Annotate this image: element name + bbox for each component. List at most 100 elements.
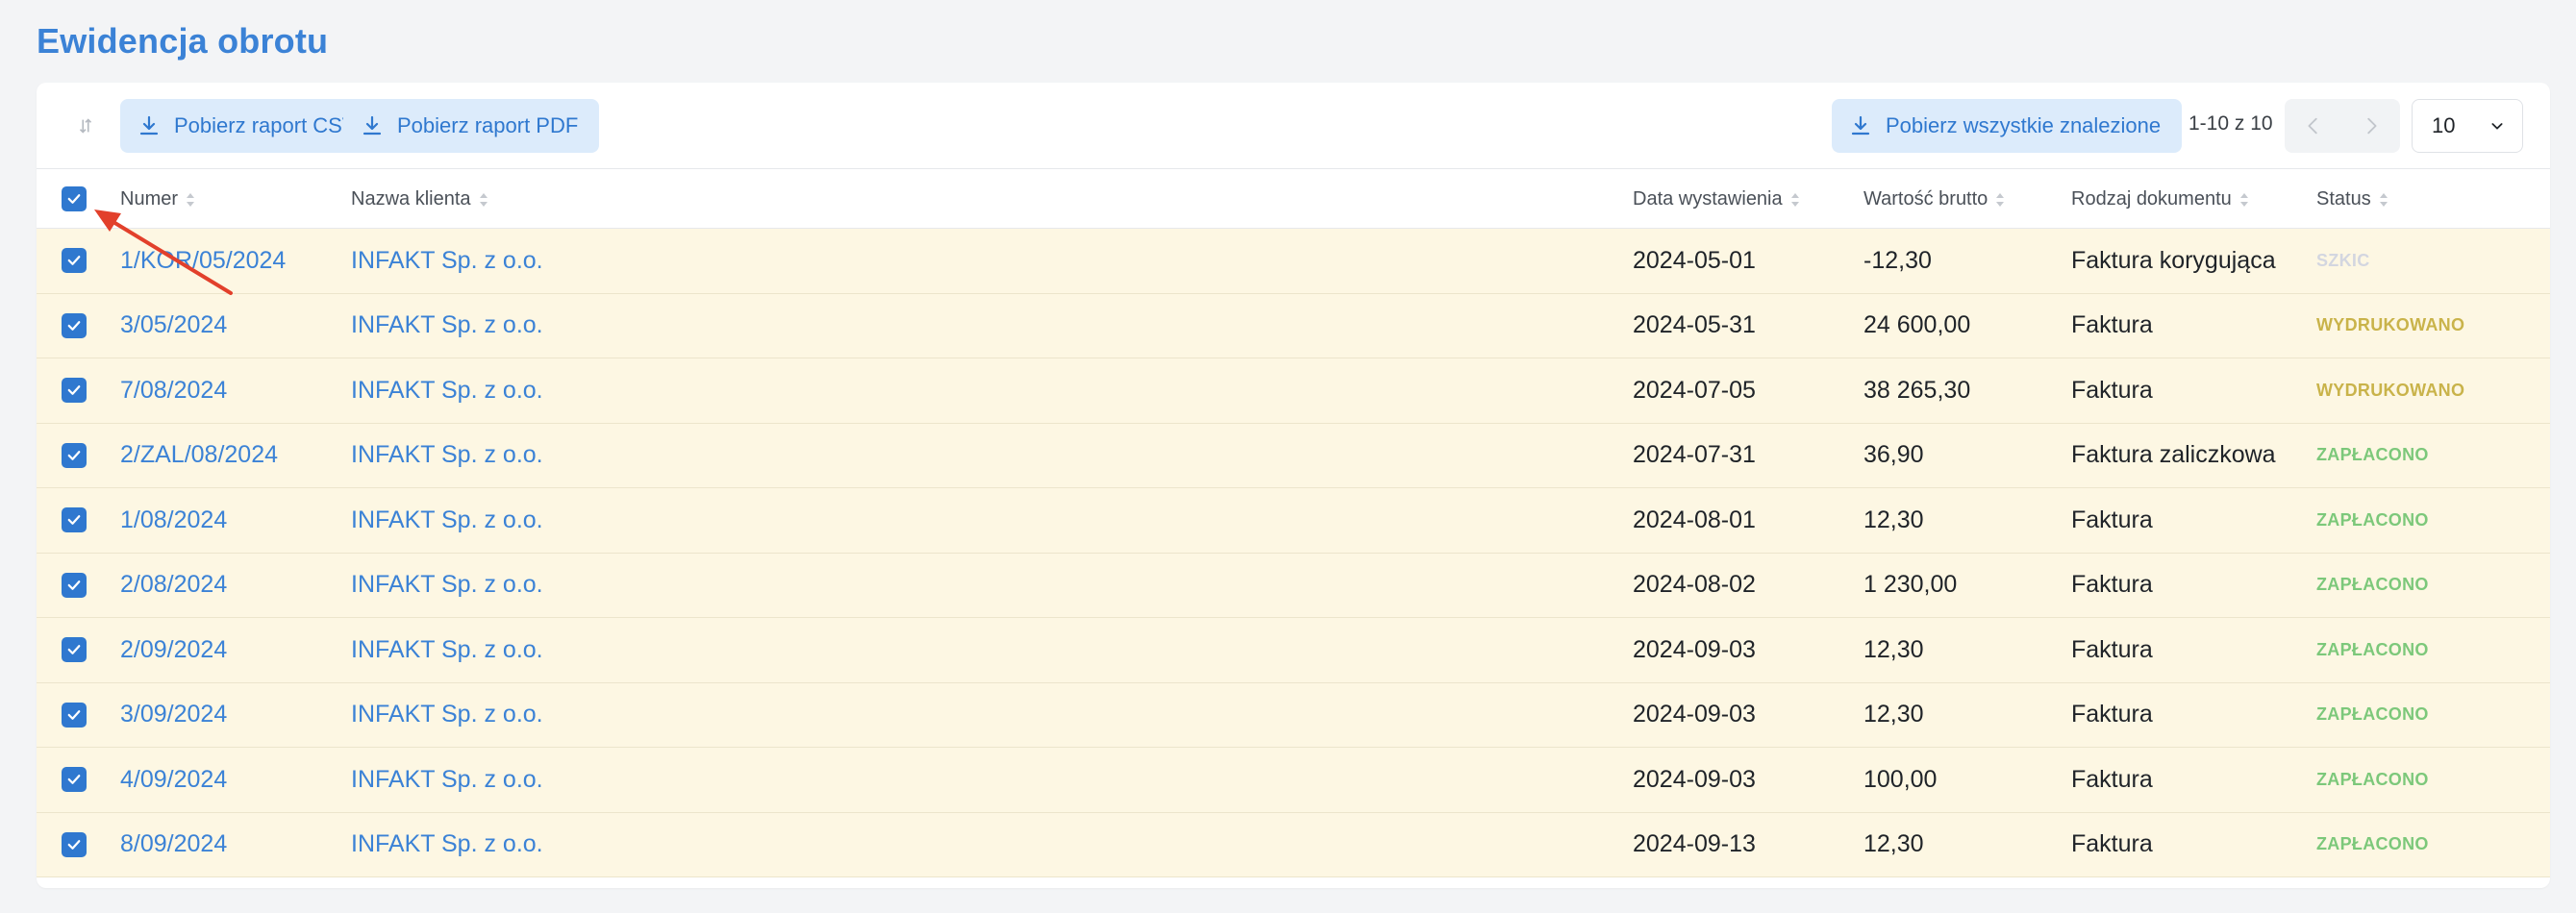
select-all-checkbox[interactable] [62,186,87,211]
status-badge: ZAPŁACONO [2316,704,2429,725]
sort-toggle-icon[interactable] [67,108,104,144]
table-row[interactable]: 2/09/2024 INFAKT Sp. z o.o. 2024-09-03 1… [37,618,2550,683]
status-badge: SZKIC [2316,250,2370,270]
table-row[interactable]: 2/ZAL/08/2024 INFAKT Sp. z o.o. 2024-07-… [37,423,2550,488]
document-type: Faktura [2071,635,2153,663]
column-header-label: Nazwa klienta [351,188,471,210]
gross-value: 12,30 [1863,506,1924,533]
download-icon [139,115,159,136]
table-row[interactable]: 7/08/2024 INFAKT Sp. z o.o. 2024-07-05 3… [37,358,2550,424]
issue-date: 2024-07-05 [1633,376,1756,404]
checkmark-icon [67,256,81,266]
checkmark-icon [67,385,81,396]
invoice-number-link[interactable]: 2/08/2024 [120,554,227,618]
gross-value: 100,00 [1863,765,1938,793]
download-icon [363,115,382,136]
row-checkbox[interactable] [62,312,87,338]
document-type: Faktura zaliczkowa [2071,441,2276,469]
status-badge: WYDRUKOWANO [2316,315,2465,335]
client-name-link[interactable]: INFAKT Sp. z o.o. [351,424,543,488]
sort-icon [187,192,195,207]
row-checkbox[interactable] [62,572,87,598]
table-header: Numer Nazwa klienta Data wystawienia War… [37,169,2550,229]
column-header-number[interactable]: Numer [120,188,195,210]
download-all-found-button[interactable]: Pobierz wszystkie znalezione [1832,99,2183,153]
gross-value: 12,30 [1863,635,1924,663]
document-type: Faktura [2071,701,2153,728]
column-header-status[interactable]: Status [2316,188,2388,210]
download-csv-button[interactable]: Pobierz raport CSV [120,99,378,153]
table-row[interactable]: 4/09/2024 INFAKT Sp. z o.o. 2024-09-03 1… [37,748,2550,813]
document-type: Faktura korygująca [2071,246,2276,274]
column-header-label: Status [2316,188,2371,210]
checkmark-icon [67,580,81,590]
checkmark-icon [67,775,81,785]
per-page-select[interactable]: 10 [2412,99,2523,153]
client-name-link[interactable]: INFAKT Sp. z o.o. [351,229,543,293]
row-checkbox[interactable] [62,442,87,468]
invoice-number-link[interactable]: 2/09/2024 [120,618,227,682]
document-type: Faktura [2071,376,2153,404]
sort-icon [479,192,488,207]
column-header-value[interactable]: Wartość brutto [1863,188,2005,210]
gross-value: -12,30 [1863,246,1932,274]
status-badge: WYDRUKOWANO [2316,380,2465,400]
invoice-number-link[interactable]: 3/09/2024 [120,683,227,748]
per-page-value: 10 [2432,113,2456,137]
previous-page-button[interactable] [2285,99,2342,153]
invoice-number-link[interactable]: 7/08/2024 [120,358,227,423]
gross-value: 12,30 [1863,701,1924,728]
column-header-label: Numer [120,188,179,210]
invoice-number-link[interactable]: 2/ZAL/08/2024 [120,424,278,488]
table-row[interactable]: 2/08/2024 INFAKT Sp. z o.o. 2024-08-02 1… [37,553,2550,618]
client-name-link[interactable]: INFAKT Sp. z o.o. [351,618,543,682]
client-name-link[interactable]: INFAKT Sp. z o.o. [351,554,543,618]
invoice-number-link[interactable]: 8/09/2024 [120,813,227,877]
document-type: Faktura [2071,571,2153,599]
column-header-client[interactable]: Nazwa klienta [351,188,488,210]
checkmark-icon [67,709,81,720]
document-type: Faktura [2071,830,2153,858]
row-checkbox[interactable] [62,637,87,663]
status-badge: ZAPŁACONO [2316,575,2429,595]
client-name-link[interactable]: INFAKT Sp. z o.o. [351,748,543,812]
pagination-summary: 1-10 z 10 [2188,112,2273,135]
invoice-number-link[interactable]: 4/09/2024 [120,748,227,812]
client-name-link[interactable]: INFAKT Sp. z o.o. [351,358,543,423]
checkmark-icon [67,450,81,460]
row-checkbox[interactable] [62,831,87,857]
table-row[interactable]: 1/KOR/05/2024 INFAKT Sp. z o.o. 2024-05-… [37,229,2550,294]
row-checkbox[interactable] [62,507,87,533]
issue-date: 2024-05-01 [1633,246,1756,274]
client-name-link[interactable]: INFAKT Sp. z o.o. [351,683,543,748]
status-badge: ZAPŁACONO [2316,445,2429,465]
sort-icon [1996,192,2005,207]
status-badge: ZAPŁACONO [2316,769,2429,789]
report-card: Pobierz raport CSV Pobierz raport PDF Po… [37,83,2550,888]
column-header-label: Wartość brutto [1863,188,1988,210]
table-row[interactable]: 3/09/2024 INFAKT Sp. z o.o. 2024-09-03 1… [37,682,2550,748]
client-name-link[interactable]: INFAKT Sp. z o.o. [351,488,543,553]
toolbar: Pobierz raport CSV Pobierz raport PDF Po… [37,83,2550,169]
next-page-button[interactable] [2342,99,2400,153]
table-row[interactable]: 8/09/2024 INFAKT Sp. z o.o. 2024-09-13 1… [37,812,2550,877]
issue-date: 2024-09-13 [1633,830,1756,858]
download-pdf-button[interactable]: Pobierz raport PDF [343,99,600,153]
client-name-link[interactable]: INFAKT Sp. z o.o. [351,813,543,877]
row-checkbox[interactable] [62,767,87,793]
table-row[interactable]: 3/05/2024 INFAKT Sp. z o.o. 2024-05-31 2… [37,293,2550,358]
sort-icon [2239,192,2248,207]
row-checkbox[interactable] [62,378,87,404]
row-checkbox[interactable] [62,248,87,274]
status-badge: ZAPŁACONO [2316,834,2429,854]
table-row[interactable]: 1/08/2024 INFAKT Sp. z o.o. 2024-08-01 1… [37,488,2550,554]
client-name-link[interactable]: INFAKT Sp. z o.o. [351,294,543,358]
sort-icon [2379,192,2388,207]
issue-date: 2024-08-02 [1633,571,1756,599]
invoice-number-link[interactable]: 1/08/2024 [120,488,227,553]
row-checkbox[interactable] [62,702,87,728]
column-header-type[interactable]: Rodzaj dokumentu [2071,188,2249,210]
column-header-date[interactable]: Data wystawienia [1633,188,1800,210]
invoice-number-link[interactable]: 1/KOR/05/2024 [120,229,286,293]
invoice-number-link[interactable]: 3/05/2024 [120,294,227,358]
